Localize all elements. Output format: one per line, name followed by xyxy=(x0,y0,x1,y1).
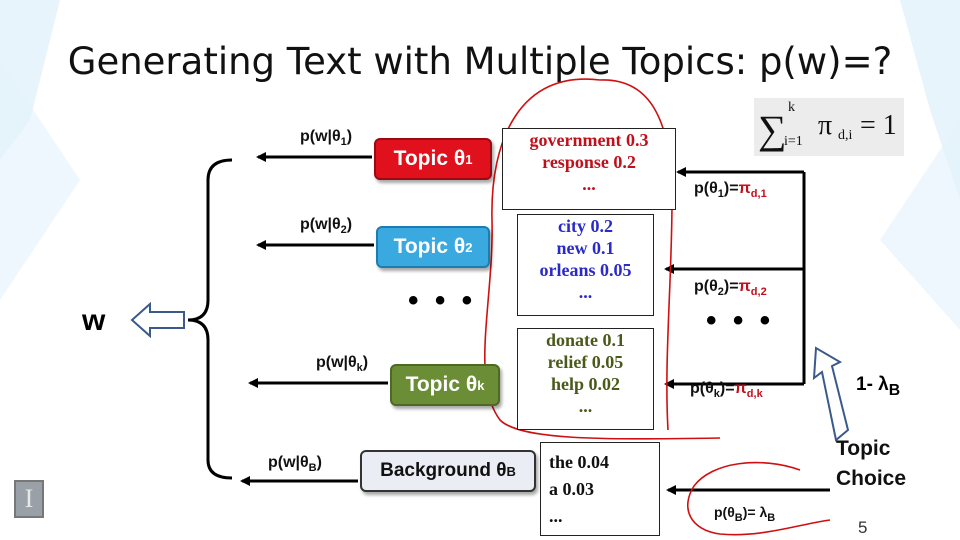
w-symbol: w xyxy=(82,304,106,337)
topic1-word-distribution: government 0.3 response 0.2 ... xyxy=(502,128,676,210)
word-entry: relief 0.05 xyxy=(547,352,624,372)
topic2-label: Topic θ xyxy=(393,235,466,258)
p-w-thetak-label: p(w|θk) xyxy=(316,354,369,375)
word-entry: city 0.2 xyxy=(558,216,613,236)
topick-sub: k xyxy=(477,377,485,393)
topic2-word-distribution: city 0.2 new 0.1 orleans 0.05 ... xyxy=(517,214,654,316)
topics-ellipsis: • • • xyxy=(408,284,477,317)
red-annotation-background xyxy=(687,461,831,536)
bracket xyxy=(187,158,233,480)
topic2-sub: 2 xyxy=(465,239,473,255)
background-sub: B xyxy=(506,463,516,479)
topick-label: Topic θ xyxy=(405,373,478,396)
p-w-theta2-label: p(w|θ2) xyxy=(300,216,353,237)
mix-weight-topic2: p(θ2)=πd,2 xyxy=(694,278,767,299)
word-entry: response 0.2 xyxy=(542,152,636,172)
topic1-label: Topic θ xyxy=(393,147,466,170)
p-w-theta1-label: p(w|θ1) xyxy=(300,128,353,149)
topic1-sub: 1 xyxy=(465,151,473,167)
mix-weight-topic1: p(θ1)=πd,1 xyxy=(694,180,767,201)
word-entry: new 0.1 xyxy=(556,238,615,258)
word-entry: the 0.04 xyxy=(549,452,609,472)
topic-choice-label: Topic Choice xyxy=(836,437,907,490)
word-entry: ... xyxy=(582,174,596,194)
mix-weight-background: p(θB)= λB xyxy=(714,504,776,524)
word-entry: ... xyxy=(549,506,563,526)
p-w-thetab-label: p(w|θB) xyxy=(268,454,322,475)
page-number: 5 xyxy=(858,518,868,537)
topic1-box: Topic θ1 xyxy=(374,138,492,180)
background-box: Background θB xyxy=(360,450,536,492)
hollow-arrow-to-w xyxy=(130,301,185,339)
one-minus-lambda-label: 1- λB xyxy=(856,374,901,399)
word-entry: orleans 0.05 xyxy=(539,260,632,280)
topick-word-distribution: donate 0.1 relief 0.05 help 0.02 ... xyxy=(517,328,654,430)
university-logo-icon: I xyxy=(14,480,44,518)
topick-box: Topic θk xyxy=(390,364,500,406)
word-entry: help 0.02 xyxy=(550,374,620,394)
mix-weight-topick: p(θk)=πd,k xyxy=(690,380,763,401)
topic-choice-arrow xyxy=(812,346,850,442)
background-word-distribution: the 0.04 a 0.03 ... xyxy=(540,442,660,536)
word-entry: donate 0.1 xyxy=(545,330,625,350)
background-label: Background θ xyxy=(380,460,507,481)
word-entry: ... xyxy=(578,282,593,302)
word-entry: a 0.03 xyxy=(549,479,594,499)
word-entry: ... xyxy=(578,396,593,416)
topic2-box: Topic θ2 xyxy=(376,226,490,268)
mix-ellipsis: • • • xyxy=(706,304,775,337)
word-entry: government 0.3 xyxy=(529,130,649,150)
